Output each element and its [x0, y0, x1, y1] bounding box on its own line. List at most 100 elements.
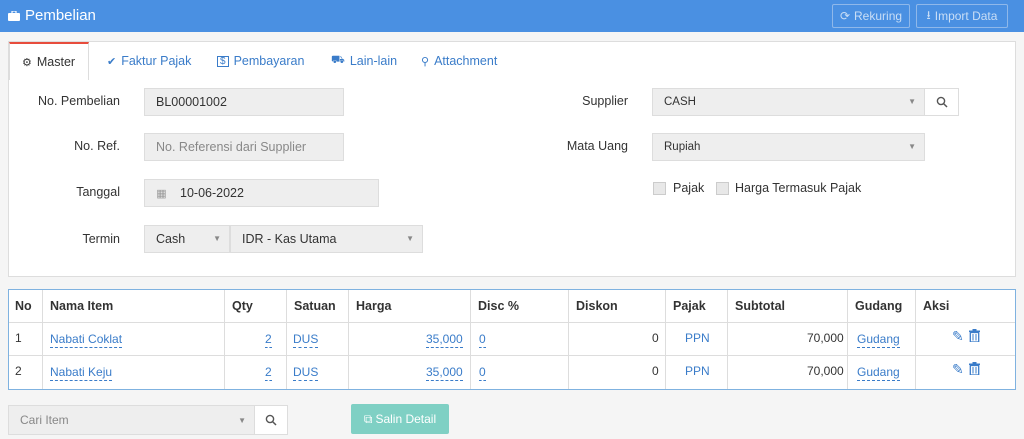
harga-editable[interactable]: 35,000 — [426, 332, 463, 348]
column-header: Gudang — [855, 299, 903, 313]
column-divider — [42, 290, 43, 389]
trash-icon[interactable] — [969, 362, 980, 375]
row-divider — [9, 322, 1015, 323]
tab-pembayaran[interactable]: $ Pembayaran — [205, 42, 316, 80]
paperclip-icon: ⚲ — [421, 55, 430, 68]
pajak-value[interactable]: PPN — [685, 331, 710, 345]
column-header: Aksi — [923, 299, 950, 313]
disc-pct-editable[interactable]: 0 — [479, 332, 486, 348]
tab-bar: ⚙ Master ✔ Faktur Pajak $ Pembayaran ⛟ L… — [9, 42, 1015, 80]
termin-select[interactable]: Cash ▼ — [144, 225, 230, 253]
supplier-search-button[interactable] — [924, 88, 959, 116]
caret-down-icon: ▼ — [908, 142, 916, 151]
satuan-editable[interactable]: DUS — [293, 332, 319, 348]
termin-value: Cash — [156, 232, 186, 246]
page-title-text: Pembelian — [25, 7, 96, 24]
gudang-editable[interactable]: Gudang — [857, 365, 900, 381]
tab-attachment[interactable]: ⚲ Attachment — [409, 42, 509, 80]
tanggal-input[interactable]: ▦ 10-06-2022 — [144, 179, 379, 207]
search-icon — [936, 96, 948, 108]
subtotal-value: 70,000 — [807, 364, 844, 378]
kas-value: IDR - Kas Utama — [242, 232, 337, 246]
tab-attachment-label: Attachment — [434, 54, 498, 68]
pajak-checkbox[interactable] — [653, 182, 666, 195]
copy-icon: ⧉ — [363, 411, 373, 426]
column-divider — [847, 290, 848, 389]
briefcase-icon — [8, 10, 20, 21]
qty-editable[interactable]: 2 — [265, 365, 272, 381]
page-header: Pembelian ⟳ Rekuring ⭳ Import Data — [0, 0, 1024, 32]
refresh-icon: ⟳ — [839, 9, 851, 23]
column-divider — [470, 290, 471, 389]
item-search-button[interactable] — [254, 405, 288, 435]
item-name-link[interactable]: Nabati Keju — [50, 365, 113, 381]
no-ref-input[interactable]: No. Referensi dari Supplier — [144, 133, 344, 161]
tanggal-label: Tanggal — [76, 185, 120, 199]
harga-termasuk-pajak-checkbox[interactable] — [716, 182, 729, 195]
tab-lain-lain[interactable]: ⛟ Lain-lain — [319, 42, 409, 80]
column-divider — [665, 290, 666, 389]
tab-faktur-pajak[interactable]: ✔ Faktur Pajak — [95, 42, 203, 80]
row-number: 2 — [15, 364, 22, 378]
caret-down-icon: ▼ — [213, 234, 221, 243]
row-number: 1 — [15, 331, 22, 345]
no-ref-placeholder: No. Referensi dari Supplier — [156, 140, 307, 154]
disc-pct-editable[interactable]: 0 — [479, 365, 486, 381]
master-panel: ⚙ Master ✔ Faktur Pajak $ Pembayaran ⛟ L… — [8, 41, 1016, 277]
column-header: Nama Item — [50, 299, 114, 313]
check-circle-icon: ✔ — [107, 55, 117, 68]
calendar-icon: ▦ — [156, 187, 167, 200]
item-search-select[interactable]: Cari Item ▼ — [8, 405, 255, 435]
import-data-button[interactable]: ⭳ Import Data — [916, 4, 1008, 28]
cogs-icon: ⚙ — [22, 56, 32, 69]
page-title: Pembelian — [8, 7, 96, 24]
items-table: No Nama Item Qty Satuan Harga Disc % Dis… — [8, 289, 1016, 390]
column-divider — [568, 290, 569, 389]
no-pembelian-label: No. Pembelian — [38, 94, 120, 108]
column-header: No — [15, 299, 32, 313]
search-icon — [265, 414, 277, 426]
tanggal-value: 10-06-2022 — [180, 186, 244, 200]
column-divider — [348, 290, 349, 389]
pajak-checkbox-label: Pajak — [673, 181, 705, 195]
mata-uang-select[interactable]: Rupiah ▼ — [652, 133, 925, 161]
diskon-value: 0 — [652, 364, 659, 378]
column-header: Satuan — [294, 299, 336, 313]
download-icon: ⭳ — [926, 7, 931, 22]
qty-editable[interactable]: 2 — [265, 332, 272, 348]
salin-detail-label: Salin Detail — [375, 412, 437, 426]
column-divider — [224, 290, 225, 389]
column-header: Subtotal — [735, 299, 785, 313]
import-data-label: Import Data — [934, 9, 998, 23]
tab-master-label: Master — [36, 55, 76, 69]
trash-icon[interactable] — [969, 329, 980, 342]
money-icon: $ — [217, 55, 229, 67]
tab-master[interactable]: ⚙ Master — [9, 42, 89, 80]
pajak-value[interactable]: PPN — [685, 364, 710, 378]
gudang-editable[interactable]: Gudang — [857, 332, 900, 348]
column-divider — [915, 290, 916, 389]
kas-select[interactable]: IDR - Kas Utama ▼ — [230, 225, 423, 253]
satuan-editable[interactable]: DUS — [293, 365, 319, 381]
item-name-link[interactable]: Nabati Coklat — [50, 332, 123, 348]
row-divider — [9, 355, 1015, 356]
harga-editable[interactable]: 35,000 — [426, 365, 463, 381]
salin-detail-button[interactable]: ⧉ Salin Detail — [351, 404, 449, 434]
edit-icon[interactable]: ✎ — [952, 328, 964, 345]
no-pembelian-field[interactable]: BL00001002 — [144, 88, 344, 116]
column-header: Pajak — [673, 299, 706, 313]
supplier-select[interactable]: CASH ▼ — [652, 88, 925, 116]
column-divider — [286, 290, 287, 389]
no-pembelian-value: BL00001002 — [156, 95, 227, 109]
edit-icon[interactable]: ✎ — [952, 361, 964, 378]
supplier-label: Supplier — [582, 94, 628, 108]
caret-down-icon: ▼ — [238, 416, 246, 425]
column-header: Harga — [356, 299, 392, 313]
rekuring-button[interactable]: ⟳ Rekuring — [832, 4, 910, 28]
tab-faktur-pajak-label: Faktur Pajak — [121, 54, 192, 68]
caret-down-icon: ▼ — [908, 97, 916, 106]
tab-pembayaran-label: Pembayaran — [233, 54, 305, 68]
harga-termasuk-pajak-label: Harga Termasuk Pajak — [735, 181, 862, 195]
mata-uang-label: Mata Uang — [566, 139, 628, 153]
column-header: Qty — [232, 299, 253, 313]
